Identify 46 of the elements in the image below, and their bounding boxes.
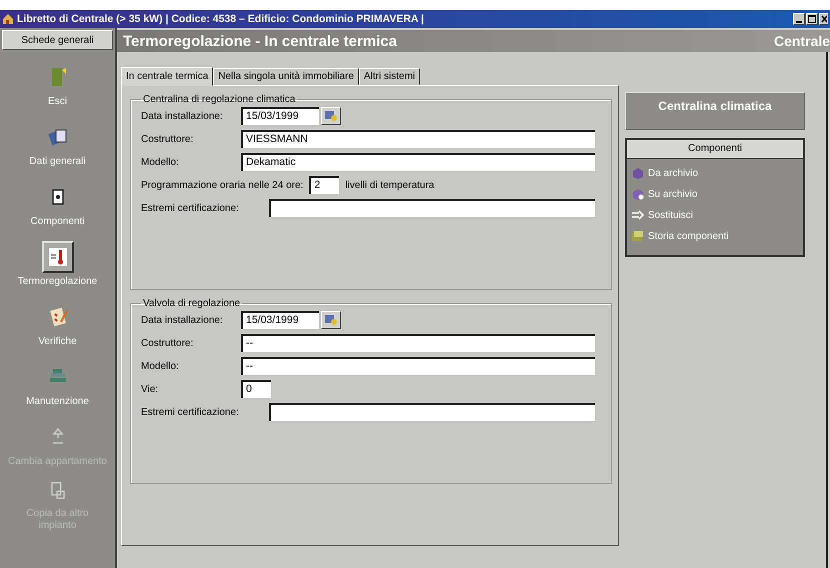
field-suffix: livelli di temperatura	[345, 180, 434, 190]
panel-title: Centralina climatica	[625, 92, 805, 130]
arrow-icon	[631, 209, 644, 222]
maximize-button[interactable]	[806, 13, 818, 25]
date-field[interactable]: 15/03/1999	[241, 107, 319, 125]
window-title: Libretto di Centrale (> 35 kW) | Codice: 4538 – Edificio: Condominio PRIMAVERA |	[17, 13, 424, 25]
tab[interactable]: Nella singola unità immobiliare	[213, 68, 359, 85]
text-field[interactable]: --	[241, 334, 595, 352]
field-label: Modello:	[141, 360, 180, 372]
field-label: Modello:	[141, 156, 180, 168]
calendar-button[interactable]	[321, 107, 341, 125]
close-button[interactable]	[819, 13, 828, 25]
date-field[interactable]: 15/03/1999	[241, 311, 319, 329]
number-field[interactable]: 2	[309, 176, 340, 194]
close-icon	[821, 15, 827, 23]
field-label: Programmazione oraria nelle 24 ore:	[141, 180, 304, 190]
calendar-icon	[324, 110, 338, 122]
text-field[interactable]: Dekamatic	[241, 153, 595, 171]
text-field[interactable]: --	[241, 357, 595, 375]
minimize-button[interactable]	[793, 13, 805, 25]
house-icon	[2, 13, 14, 25]
group-title: Valvola di regolazione	[142, 298, 242, 309]
list-header: Componenti	[627, 140, 803, 159]
field-label: Estremi certificazione:	[141, 406, 240, 418]
tab-button[interactable]: Schede generali	[2, 30, 113, 50]
field-label: Costruttore:	[141, 134, 194, 144]
field-label: Estremi certificazione:	[141, 202, 240, 214]
field-label: Vie:	[141, 384, 160, 394]
calendar-icon	[324, 314, 338, 326]
maximize-icon	[808, 15, 816, 23]
cube-icon	[631, 188, 644, 201]
tab[interactable]: In centrale termica	[121, 67, 214, 86]
tab[interactable]: Altri sistemi	[358, 68, 420, 85]
group-title: Centralina di regolazione climatica	[142, 94, 296, 105]
field-label: Data installazione:	[141, 314, 224, 326]
text-field[interactable]	[269, 403, 595, 421]
number-field[interactable]: 0	[241, 380, 271, 398]
section-title: Termoregolazione - In centrale termica	[123, 32, 397, 50]
text-field[interactable]	[269, 199, 595, 217]
cube-icon	[631, 167, 644, 180]
section-caption: Centrale	[774, 33, 830, 49]
field-label: Costruttore:	[141, 338, 194, 348]
text-field[interactable]: VIESSMANN	[241, 130, 595, 148]
folders-icon	[631, 230, 644, 243]
field-label: Data installazione:	[141, 110, 224, 122]
calendar-button[interactable]	[321, 311, 341, 329]
